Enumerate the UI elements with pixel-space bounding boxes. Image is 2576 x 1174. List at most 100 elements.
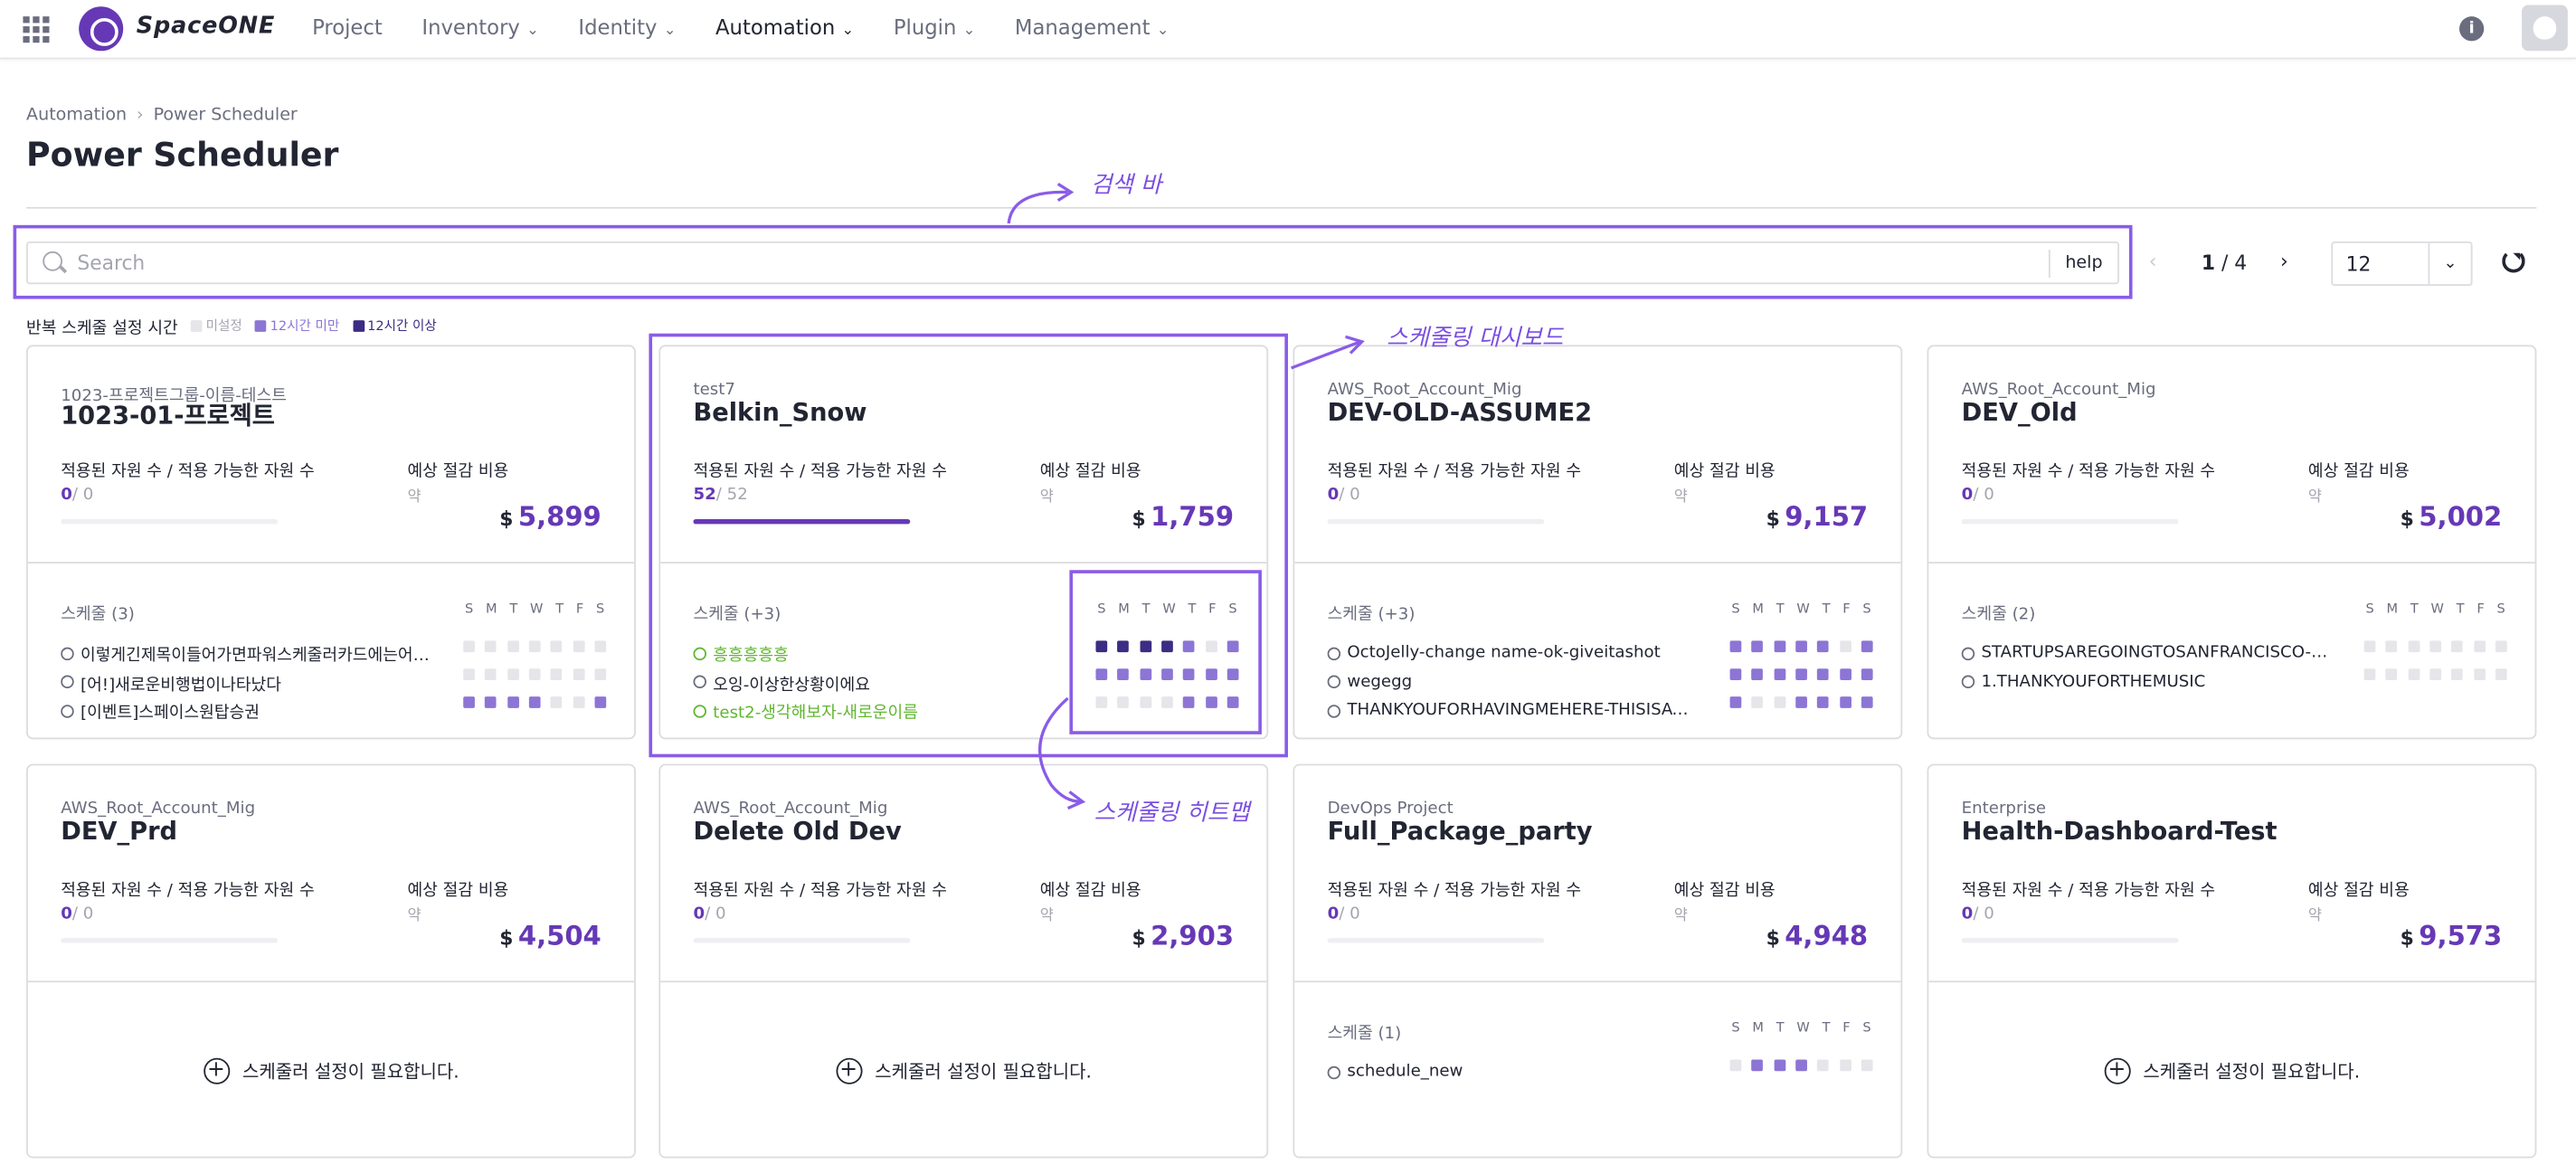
resource-count-label: 적용된 자원 수 / 적용 가능한 자원 수 [61,882,315,901]
applied-count: 0 [1327,904,1340,923]
app-grid-icon[interactable] [23,16,50,43]
day-label: M [2386,601,2399,617]
schedule-count-title: 스케줄 (+3) [1327,606,1416,625]
heatmap-cell [2429,668,2441,680]
heatmap-cell [507,640,519,653]
legend-item: 12시간 이상 [352,317,437,336]
cost-approx-label: 약 [1039,908,1054,925]
project-name[interactable]: Full_Package_party [1328,817,1593,847]
clock-icon [1961,647,1975,660]
day-label: S [2365,601,2374,617]
menu-item-automation[interactable]: Automation ⌄ [715,14,854,39]
heatmap-cell [1729,696,1742,708]
clock-icon [61,675,74,689]
clock-icon [1327,1065,1341,1079]
page-indicator: 1 / 4 [2201,251,2248,275]
heatmap-cell [551,668,563,680]
menu-item-plugin[interactable]: Plugin ⌄ [894,14,975,39]
page-size-value: 12 [2345,252,2372,277]
prev-page-button[interactable]: ‹ [2149,250,2157,272]
info-icon[interactable]: i [2459,16,2485,42]
scheduler-card[interactable]: AWS_Root_Account_Mig DEV_Old 적용된 자원 수 / 적용… [1927,345,2537,740]
heatmap-cell [1795,640,1807,653]
project-name[interactable]: Delete Old Dev [693,817,901,847]
expected-cost-label: 예상 절감 비용 [1673,882,1776,901]
plus-circle-icon: + [203,1056,230,1084]
project-name[interactable]: DEV-OLD-ASSUME2 [1328,398,1593,428]
menu-item-inventory[interactable]: Inventory ⌄ [421,14,538,39]
schedule-name: 이렇게긴제목이들어가면파워스케줄러카드에는어떻게... [80,648,436,667]
spaceone-logo-icon[interactable] [79,6,124,52]
logo-text[interactable]: SpaceONE [137,14,276,40]
heatmap-cell [463,696,475,708]
cost-value: 4,504 [517,920,601,952]
heatmap-cell [1839,668,1852,680]
heatmap-cell [1773,696,1785,708]
search-bar-annotation-box [13,224,2133,299]
avatar[interactable] [2522,5,2568,52]
cost-value: 2,903 [1151,920,1235,952]
chevron-down-icon[interactable]: ⌄ [2428,242,2470,285]
schedule-item[interactable]: 1.THANKYOUFORTHEMUSIC [1961,667,2336,696]
scheduler-card[interactable]: 1023-프로젝트그룹-이름-테스트 1023-01-프로젝트 적용된 자원 수 /… [26,345,636,740]
refresh-icon[interactable] [2502,250,2525,273]
chevron-down-icon: ⌄ [526,23,539,40]
legend-label: 미설정 [205,318,242,334]
heatmap-cell [1839,640,1852,653]
expected-cost: $9,573 [2401,920,2503,952]
currency-symbol: $ [1766,926,1780,950]
resource-count-label: 적용된 자원 수 / 적용 가능한 자원 수 [1961,882,2216,901]
heatmap-row [1729,668,1873,680]
schedule-item[interactable]: OctoJelly-change name-ok-giveitashot [1327,639,1702,668]
breadcrumb-automation[interactable]: Automation [26,105,127,125]
chevron-down-icon: ⌄ [962,23,976,40]
day-label: T [2410,601,2419,617]
scheduler-card[interactable]: DevOps Project Full_Package_party 적용된 자원 수… [1293,763,1903,1159]
applied-count: 0 [1961,904,1974,923]
schedule-count-title: 스케줄 (3) [61,606,135,625]
scheduler-setup-prompt[interactable]: + 스케줄러 설정이 필요합니다. [660,980,1266,1160]
heatmap-rows [463,640,608,708]
schedule-item[interactable]: THANKYOUFORHAVINGMEHERE-THISISAWES... [1327,696,1702,725]
project-name[interactable]: Health-Dashboard-Test [1962,817,2278,847]
currency-symbol: $ [1766,507,1780,531]
page-title: Power Scheduler [26,134,339,175]
heatmap-cell [2495,668,2507,680]
resource-progress-bar [1327,518,1545,525]
scheduler-card[interactable]: AWS_Root_Account_Mig DEV-OLD-ASSUME2 적용된 자… [1293,345,1903,740]
schedule-item[interactable]: wegegg [1327,667,1702,696]
project-name[interactable]: DEV_Old [1962,398,2078,428]
card-divider [1294,980,1901,983]
schedule-item[interactable]: [어!]새로운비행법이나타났다 [61,667,435,696]
schedule-item[interactable]: 이렇게긴제목이들어가면파워스케줄러카드에는어떻게... [61,639,435,668]
expected-cost-label: 예상 절감 비용 [2307,463,2410,482]
scheduler-setup-prompt[interactable]: + 스케줄러 설정이 필요합니다. [1928,980,2534,1160]
project-name[interactable]: 1023-01-프로젝트 [61,398,275,432]
menu-item-identity[interactable]: Identity ⌄ [578,14,676,39]
heatmap-cell [1839,696,1852,708]
heatmap-cell [1817,640,1830,653]
project-group-name: AWS_Root_Account_Mig [61,800,256,819]
project-name[interactable]: DEV_Prd [61,817,177,847]
cost-approx-label: 약 [407,489,421,507]
resource-count: 0/ 0 [61,487,93,505]
next-page-button[interactable]: › [2280,250,2288,272]
menu-item-label: Management [1014,14,1151,40]
menu-item-project[interactable]: Project [312,14,383,39]
schedule-item[interactable]: [이벤트]스페이스원탑승권 [61,696,435,725]
heatmap-day-labels: SMTWTFS [1730,1020,1873,1035]
chevron-down-icon: ⌄ [1156,23,1170,40]
heatmap-cell [528,668,541,680]
heatmap-row [1729,1059,1873,1072]
schedule-name: THANKYOUFORHAVINGMEHERE-THISISAWES... [1347,702,1702,720]
scheduler-card[interactable]: AWS_Root_Account_Mig DEV_Prd 적용된 자원 수 / 적용… [26,763,636,1160]
page-size-select[interactable]: 12 ⌄ [2331,241,2473,287]
schedule-list: schedule_new [1327,1058,1702,1087]
scheduler-card[interactable]: Enterprise Health-Dashboard-Test 적용된 자원 수 … [1927,763,2537,1160]
cost-value: 4,948 [1785,920,1869,952]
schedule-item[interactable]: schedule_new [1327,1058,1702,1087]
scheduler-setup-prompt[interactable]: + 스케줄러 설정이 필요합니다. [28,980,634,1160]
resource-progress-bar [693,938,911,943]
menu-item-management[interactable]: Management ⌄ [1015,14,1170,39]
schedule-item[interactable]: STARTUPSAREGOINGTOSANFRANCISCO-DESI... [1961,639,2336,668]
